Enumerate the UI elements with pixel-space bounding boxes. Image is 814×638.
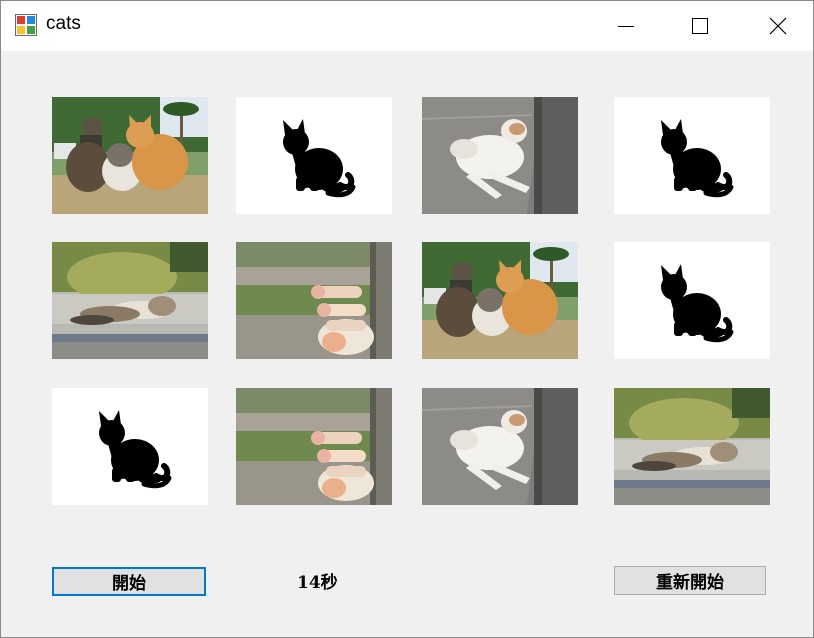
title-bar[interactable]: cats <box>1 1 813 51</box>
card-face-down[interactable] <box>236 97 392 214</box>
cat-paws-against-wall-image <box>236 388 392 505</box>
maximize-icon <box>692 18 708 34</box>
card-face-up[interactable] <box>422 242 578 359</box>
card-face-up[interactable] <box>52 97 208 214</box>
maximize-button[interactable] <box>671 1 729 51</box>
app-window: cats 開始 14秒 重新開始 <box>0 0 814 638</box>
close-icon <box>769 17 787 35</box>
cat-paws-against-wall-image <box>236 242 392 359</box>
card-face-down[interactable] <box>52 388 208 505</box>
restart-button[interactable]: 重新開始 <box>614 566 766 595</box>
cat-silhouette-image <box>236 97 392 214</box>
white-cat-leaning-wall-image <box>422 388 578 505</box>
cat-silhouette-image <box>614 242 770 359</box>
app-icon <box>15 14 37 36</box>
card-face-up[interactable] <box>236 388 392 505</box>
cats-group-sitting-image <box>422 242 578 359</box>
cat-silhouette-image <box>52 388 208 505</box>
start-button[interactable]: 開始 <box>52 567 206 596</box>
card-face-up[interactable] <box>422 97 578 214</box>
cats-group-sitting-image <box>52 97 208 214</box>
card-face-down[interactable] <box>614 242 770 359</box>
window-title: cats <box>46 13 81 34</box>
card-face-up[interactable] <box>614 388 770 505</box>
elapsed-timer: 14秒 <box>297 573 338 593</box>
card-face-up[interactable] <box>52 242 208 359</box>
card-face-down[interactable] <box>614 97 770 214</box>
minimize-button[interactable] <box>597 1 655 51</box>
cats-lying-grass-image <box>52 242 208 359</box>
minimize-icon <box>618 26 634 27</box>
cats-lying-grass-image <box>614 388 770 505</box>
white-cat-leaning-wall-image <box>422 97 578 214</box>
close-button[interactable] <box>749 1 807 51</box>
card-face-up[interactable] <box>422 388 578 505</box>
card-face-up[interactable] <box>236 242 392 359</box>
cat-silhouette-image <box>614 97 770 214</box>
